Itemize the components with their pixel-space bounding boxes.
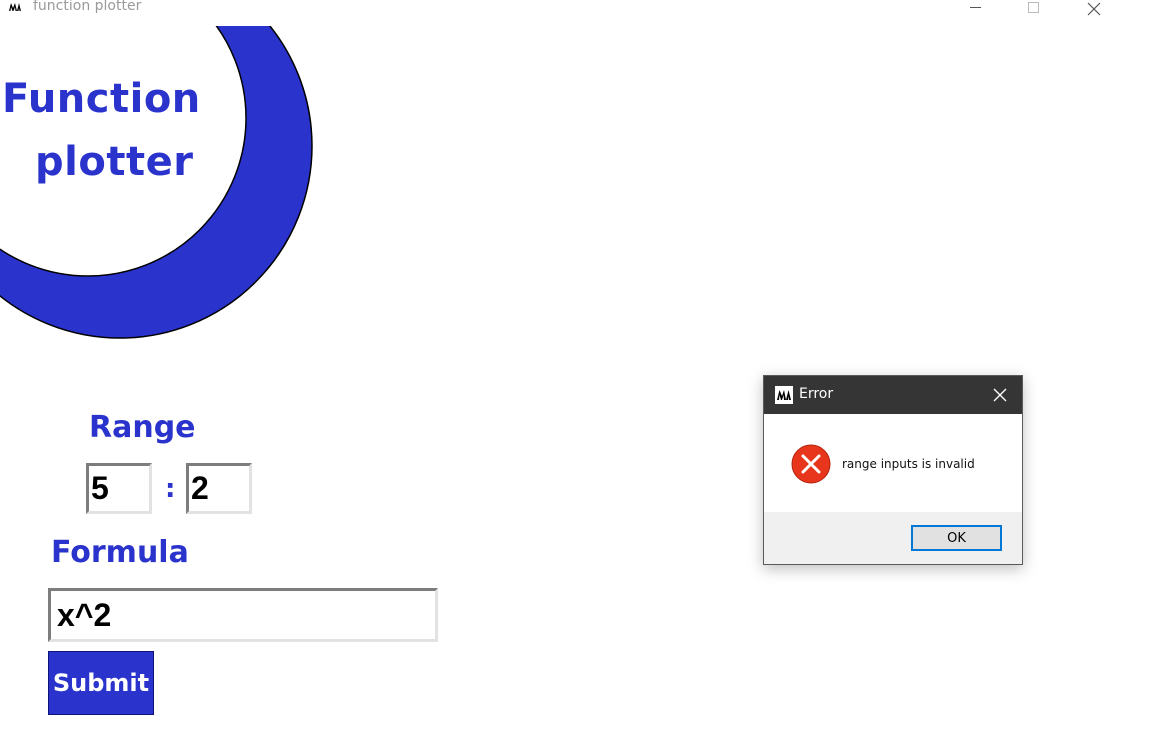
window-title: function plotter [33, 0, 142, 14]
logo-title-line1: Function [2, 76, 201, 122]
app-window: function plotter Function plotter Range … [0, 0, 1152, 754]
dialog-close-button[interactable] [986, 382, 1014, 408]
window-titlebar[interactable]: function plotter [0, 0, 1152, 20]
range-label: Range [89, 410, 196, 445]
maximize-button[interactable] [1011, 0, 1057, 18]
close-button[interactable] [1070, 0, 1116, 18]
dialog-body: range inputs is invalid [764, 414, 1022, 512]
error-dialog: Error range inputs is invalid OK [763, 375, 1023, 565]
range-from-input[interactable] [86, 463, 152, 514]
close-icon [1087, 2, 1101, 16]
formula-input[interactable] [48, 588, 438, 642]
range-to-input[interactable] [186, 463, 252, 514]
dialog-titlebar[interactable]: Error [764, 376, 1022, 414]
dialog-message: range inputs is invalid [842, 457, 975, 471]
logo-title-line2: plotter [35, 139, 194, 185]
submit-button[interactable]: Submit [48, 651, 154, 715]
ok-button[interactable]: OK [911, 525, 1002, 551]
dialog-title: Error [799, 386, 834, 402]
app-logo-icon [775, 386, 793, 404]
minimize-icon [970, 7, 981, 8]
close-icon [993, 388, 1007, 402]
formula-label: Formula [51, 535, 189, 570]
dialog-footer: OK [764, 512, 1022, 564]
error-icon [791, 444, 831, 484]
minimize-button[interactable] [953, 0, 999, 18]
range-separator: : [165, 474, 176, 504]
app-logo-icon [9, 3, 21, 11]
maximize-icon [1028, 2, 1039, 13]
